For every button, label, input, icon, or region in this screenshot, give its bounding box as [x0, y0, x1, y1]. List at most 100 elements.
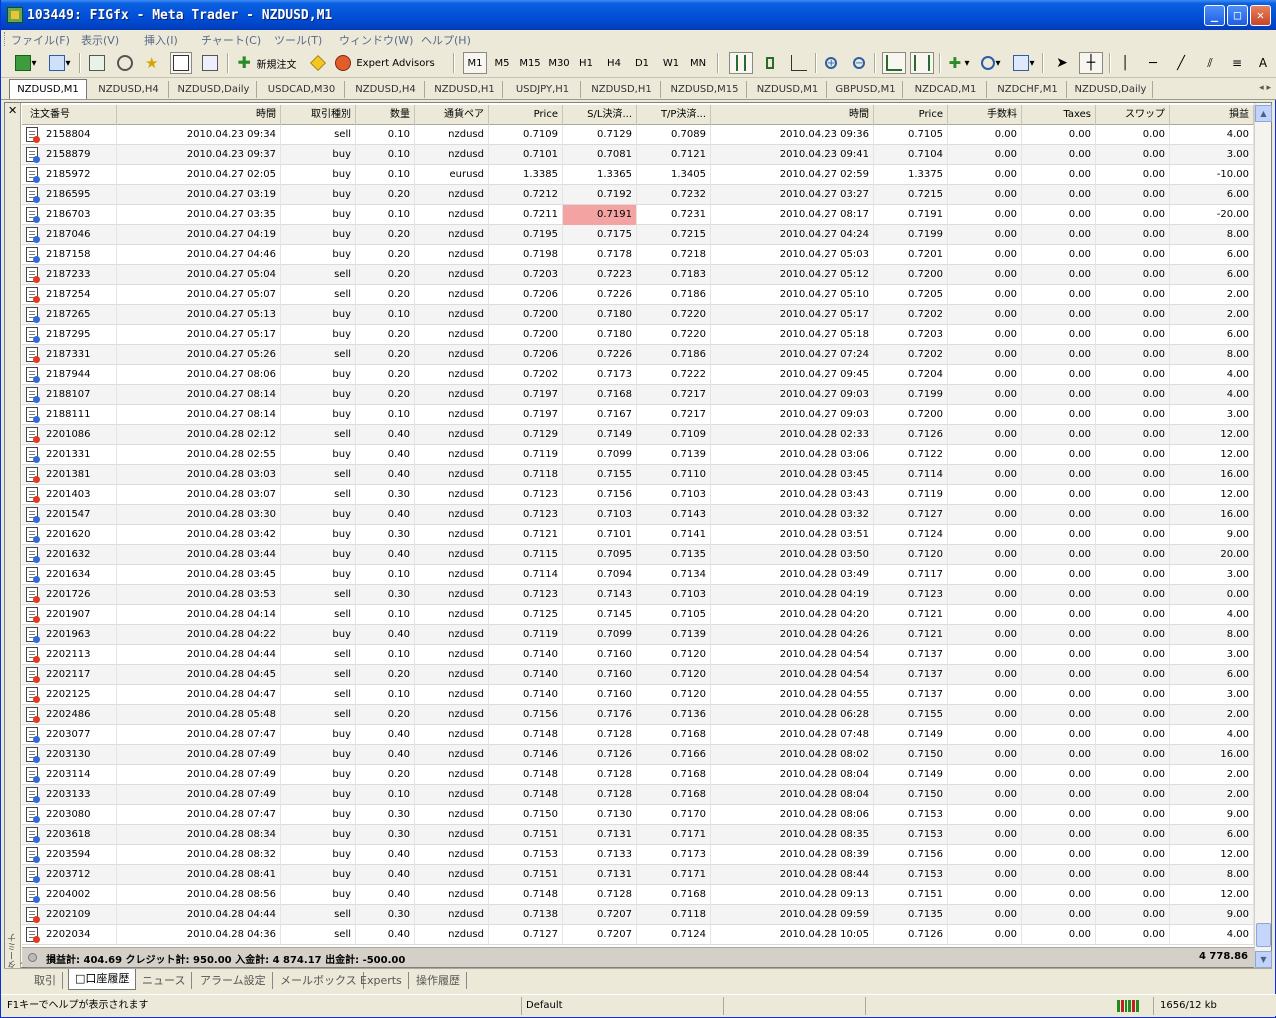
terminal-tab[interactable]: □口座履歴 — [68, 969, 137, 990]
chart-tab[interactable]: NZDUSD,M1 — [749, 81, 827, 98]
table-row[interactable]: 2201331 2010.04.28 02:55 buy 0.40 nzdusd 0.71… — [22, 445, 1254, 465]
column-header-volume[interactable]: 数量 — [356, 105, 415, 125]
metaeditor-button[interactable] — [308, 52, 328, 74]
vertical-line-tool[interactable]: │ — [1116, 52, 1134, 74]
table-row[interactable]: 2203712 2010.04.28 08:41 buy 0.40 nzdusd 0.71… — [22, 865, 1254, 885]
table-row[interactable]: 2203133 2010.04.28 07:49 buy 0.10 nzdusd 0.71… — [22, 785, 1254, 805]
auto-scroll-button[interactable] — [882, 52, 906, 74]
zoom-in-button[interactable]: + — [820, 52, 842, 74]
navigator-button[interactable]: ★ — [143, 52, 163, 74]
table-row[interactable]: 2201726 2010.04.28 03:53 sell 0.30 nzdusd 0.7… — [22, 585, 1254, 605]
column-header-open-time[interactable]: 時間 — [117, 105, 281, 125]
table-row[interactable]: 2187158 2010.04.27 04:46 buy 0.20 nzdusd 0.71… — [22, 245, 1254, 265]
terminal-close-icon[interactable]: ✕ — [8, 104, 17, 117]
timeframe-m15-button[interactable]: M15 — [517, 52, 543, 74]
table-row[interactable]: 2186703 2010.04.27 03:35 buy 0.10 nzdusd 0.72… — [22, 205, 1254, 225]
chart-tab[interactable]: NZDUSD,H1 — [427, 81, 503, 98]
table-row[interactable]: 2158804 2010.04.23 09:34 sell 0.10 nzdusd 0.7… — [22, 125, 1254, 145]
table-row[interactable]: 2203080 2010.04.28 07:47 buy 0.30 nzdusd 0.71… — [22, 805, 1254, 825]
table-row[interactable]: 2187295 2010.04.27 05:17 buy 0.20 nzdusd 0.72… — [22, 325, 1254, 345]
column-header-close-price[interactable]: Price — [874, 105, 948, 125]
timeframe-mn-button[interactable]: MN — [687, 52, 709, 74]
table-row[interactable]: 2202034 2010.04.28 04:36 sell 0.40 nzdusd 0.7… — [22, 925, 1254, 945]
terminal-tab[interactable]: アラーム設定 — [194, 972, 273, 989]
table-row[interactable]: 2203594 2010.04.28 08:32 buy 0.40 nzdusd 0.71… — [22, 845, 1254, 865]
table-row[interactable]: 2158879 2010.04.23 09:37 buy 0.10 nzdusd 0.71… — [22, 145, 1254, 165]
table-row[interactable]: 2203618 2010.04.28 08:34 buy 0.30 nzdusd 0.71… — [22, 825, 1254, 845]
column-header-stop-loss[interactable]: S/L決済... — [563, 105, 637, 125]
table-row[interactable]: 2187233 2010.04.27 05:04 sell 0.20 nzdusd 0.7… — [22, 265, 1254, 285]
column-header-take-profit[interactable]: T/P決済... — [637, 105, 711, 125]
maximize-button[interactable]: □ — [1227, 5, 1248, 26]
title-bar[interactable]: 103449: FIGfx - Meta Trader - NZDUSD,M1 … — [1, 0, 1276, 30]
chart-tab[interactable]: NZDUSD,H4 — [89, 81, 169, 98]
timeframe-m1-button[interactable]: M1 — [463, 52, 487, 74]
table-row[interactable]: 2202117 2010.04.28 04:45 sell 0.20 nzdusd 0.7… — [22, 665, 1254, 685]
chart-tab[interactable]: USDCAD,M30 — [259, 81, 345, 98]
menu-insert[interactable]: 挿入(I) — [144, 32, 178, 48]
menu-file[interactable]: ファイル(F) — [11, 32, 70, 48]
column-header-taxes[interactable]: Taxes — [1022, 105, 1096, 125]
chart-tab[interactable]: USDJPY,H1 — [505, 81, 581, 98]
table-row[interactable]: 2187265 2010.04.27 05:13 buy 0.10 nzdusd 0.72… — [22, 305, 1254, 325]
table-row[interactable]: 2204002 2010.04.28 08:56 buy 0.40 nzdusd 0.71… — [22, 885, 1254, 905]
column-header-swap[interactable]: スワップ — [1096, 105, 1170, 125]
table-row[interactable]: 2187254 2010.04.27 05:07 sell 0.20 nzdusd 0.7… — [22, 285, 1254, 305]
fibonacci-tool[interactable]: ≡ — [1227, 52, 1247, 74]
terminal-tab[interactable]: 取引 — [28, 972, 63, 989]
expert-advisors-button[interactable]: Expert Advisors — [335, 52, 435, 74]
table-row[interactable]: 2203114 2010.04.28 07:49 buy 0.20 nzdusd 0.71… — [22, 765, 1254, 785]
terminal-tab[interactable]: ニュース — [136, 972, 193, 989]
table-row[interactable]: 2201634 2010.04.28 03:45 buy 0.10 nzdusd 0.71… — [22, 565, 1254, 585]
close-button[interactable]: ✕ — [1250, 5, 1271, 26]
scroll-up-button[interactable]: ▲ — [1255, 105, 1272, 122]
table-row[interactable]: 2187944 2010.04.27 08:06 buy 0.20 nzdusd 0.72… — [22, 365, 1254, 385]
menu-window[interactable]: ウィンドウ(W) — [339, 32, 413, 48]
table-row[interactable]: 2186595 2010.04.27 03:19 buy 0.20 nzdusd 0.72… — [22, 185, 1254, 205]
menu-tools[interactable]: ツール(T) — [274, 32, 322, 48]
chart-tab[interactable]: NZDUSD,H1 — [583, 81, 661, 98]
timeframe-h1-button[interactable]: H1 — [575, 52, 597, 74]
table-row[interactable]: 2203130 2010.04.28 07:49 buy 0.40 nzdusd 0.71… — [22, 745, 1254, 765]
timeframe-d1-button[interactable]: D1 — [631, 52, 653, 74]
market-watch-button[interactable] — [87, 52, 107, 74]
new-chart-button[interactable]: ▾ — [9, 52, 43, 74]
chart-tab[interactable]: NZDUSD,H4 — [347, 81, 425, 98]
horizontal-line-tool[interactable]: ─ — [1144, 52, 1162, 74]
terminal-button[interactable] — [170, 52, 192, 74]
table-row[interactable]: 2202109 2010.04.28 04:44 sell 0.30 nzdusd 0.7… — [22, 905, 1254, 925]
table-row[interactable]: 2187046 2010.04.27 04:19 buy 0.20 nzdusd 0.71… — [22, 225, 1254, 245]
periods-button[interactable]: ▾ — [977, 52, 1005, 74]
table-row[interactable]: 2201632 2010.04.28 03:44 buy 0.40 nzdusd 0.71… — [22, 545, 1254, 565]
candlestick-button[interactable] — [758, 52, 782, 74]
terminal-tab[interactable]: Experts — [354, 972, 409, 989]
chart-tab[interactable]: NZDCAD,M1 — [905, 81, 987, 98]
line-chart-button[interactable] — [787, 52, 811, 74]
timeframe-m5-button[interactable]: M5 — [491, 52, 513, 74]
menu-help[interactable]: ヘルプ(H) — [421, 32, 471, 48]
table-row[interactable]: 2201907 2010.04.28 04:14 sell 0.10 nzdusd 0.7… — [22, 605, 1254, 625]
trendline-tool[interactable]: ╱ — [1172, 52, 1190, 74]
column-header-order-type[interactable]: 取引種別 — [281, 105, 356, 125]
strategy-tester-button[interactable] — [199, 52, 221, 74]
table-row[interactable]: 2201620 2010.04.28 03:42 buy 0.30 nzdusd 0.71… — [22, 525, 1254, 545]
table-row[interactable]: 2188111 2010.04.27 08:14 buy 0.10 nzdusd 0.71… — [22, 405, 1254, 425]
chart-tab[interactable]: NZDUSD,Daily — [171, 81, 257, 98]
tab-scroll-arrows-icon[interactable]: ◂ ▸ — [1259, 83, 1271, 93]
table-row[interactable]: 2187331 2010.04.27 05:26 sell 0.20 nzdusd 0.7… — [22, 345, 1254, 365]
table-row[interactable]: 2185972 2010.04.27 02:05 buy 0.10 eurusd 1.33… — [22, 165, 1254, 185]
table-row[interactable]: 2201403 2010.04.28 03:07 sell 0.30 nzdusd 0.7… — [22, 485, 1254, 505]
menu-view[interactable]: 表示(V) — [81, 32, 119, 48]
timeframe-w1-button[interactable]: W1 — [660, 52, 682, 74]
new-order-button[interactable]: ✚ 新規注文 — [233, 52, 301, 74]
table-row[interactable]: 2201086 2010.04.28 02:12 sell 0.40 nzdusd 0.7… — [22, 425, 1254, 445]
column-header-close-time[interactable]: 時間 — [711, 105, 874, 125]
scroll-down-button[interactable]: ▼ — [1255, 951, 1272, 968]
terminal-tab[interactable]: メールボックス — [274, 972, 364, 989]
table-row[interactable]: 2201547 2010.04.28 03:30 buy 0.40 nzdusd 0.71… — [22, 505, 1254, 525]
timeframe-m30-button[interactable]: M30 — [546, 52, 572, 74]
timeframe-h4-button[interactable]: H4 — [603, 52, 625, 74]
column-header-commission[interactable]: 手数料 — [948, 105, 1022, 125]
chart-tab[interactable]: NZDCHF,M1 — [989, 81, 1067, 98]
crosshair-tool[interactable]: ┼ — [1079, 52, 1103, 74]
